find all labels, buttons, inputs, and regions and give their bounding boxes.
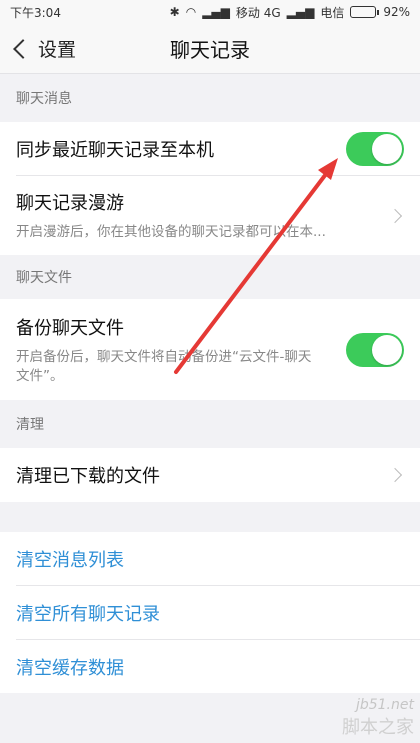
back-label: 设置 [38, 39, 77, 61]
signal-icon: ▂▄▆ [286, 5, 315, 19]
clean-downloaded-files-row[interactable]: 清理已下载的文件 [0, 448, 420, 502]
backup-chat-files-description: 开启备份后，聊天文件将自动备份进“云文件-聊天文件”。 [16, 349, 312, 384]
back-button[interactable]: 设置 [0, 24, 76, 73]
signal-icon: ▂▄▆ [202, 5, 230, 19]
status-time: 下午3:04 [10, 5, 61, 20]
backup-chat-files-toggle[interactable] [346, 332, 404, 367]
clear-message-list-button[interactable]: 清空消息列表 [0, 532, 420, 585]
battery-indicator: 92% [350, 5, 410, 19]
status-icons: ✱ ◠ ▂▄▆ 移动 4G ▂▄▆ 电信 92% [170, 4, 410, 21]
sync-recent-chats-toggle[interactable] [346, 131, 404, 166]
wifi-icon: ◠ [185, 5, 197, 19]
watermark-url: jb51.net [355, 697, 414, 713]
nav-bar: 设置 聊天记录 [0, 24, 420, 74]
battery-icon [350, 6, 377, 18]
status-bar: 下午3:04 ✱ ◠ ▂▄▆ 移动 4G ▂▄▆ 电信 92% [0, 0, 420, 24]
chat-roaming-row[interactable]: 聊天记录漫游 开启漫游后，你在其他设备的聊天记录都可以在本... [0, 176, 420, 255]
carrier-mobile: 移动 4G [235, 5, 281, 20]
chevron-right-icon [387, 467, 403, 483]
section-header-chat-files: 聊天文件 [0, 255, 420, 299]
chevron-right-icon [387, 208, 403, 223]
chat-roaming-label: 聊天记录漫游 [16, 193, 124, 215]
watermark-brand: 脚本之家 [342, 717, 414, 738]
battery-percent: 92% [383, 5, 410, 19]
clear-cache-button[interactable]: 清空缓存数据 [0, 640, 420, 693]
watermark: jb51.net 脚本之家 [342, 697, 414, 739]
clean-downloaded-files-label: 清理已下载的文件 [16, 466, 160, 487]
backup-chat-files-label: 备份聊天文件 [16, 318, 124, 340]
sync-recent-chats-row: 同步最近聊天记录至本机 [0, 122, 420, 175]
backup-chat-files-row: 备份聊天文件 开启备份后，聊天文件将自动备份进“云文件-聊天文件”。 [0, 299, 420, 400]
chevron-left-icon [13, 38, 33, 59]
bluetooth-icon: ✱ [169, 5, 180, 19]
section-header-chat-messages: 聊天消息 [0, 74, 420, 122]
carrier-telecom: 电信 [320, 5, 345, 20]
section-header-cleanup: 清理 [0, 400, 420, 448]
clear-all-chats-button[interactable]: 清空所有聊天记录 [0, 586, 420, 639]
sync-recent-chats-label: 同步最近聊天记录至本机 [16, 139, 214, 161]
chat-roaming-description: 开启漫游后，你在其他设备的聊天记录都可以在本... [16, 224, 326, 241]
